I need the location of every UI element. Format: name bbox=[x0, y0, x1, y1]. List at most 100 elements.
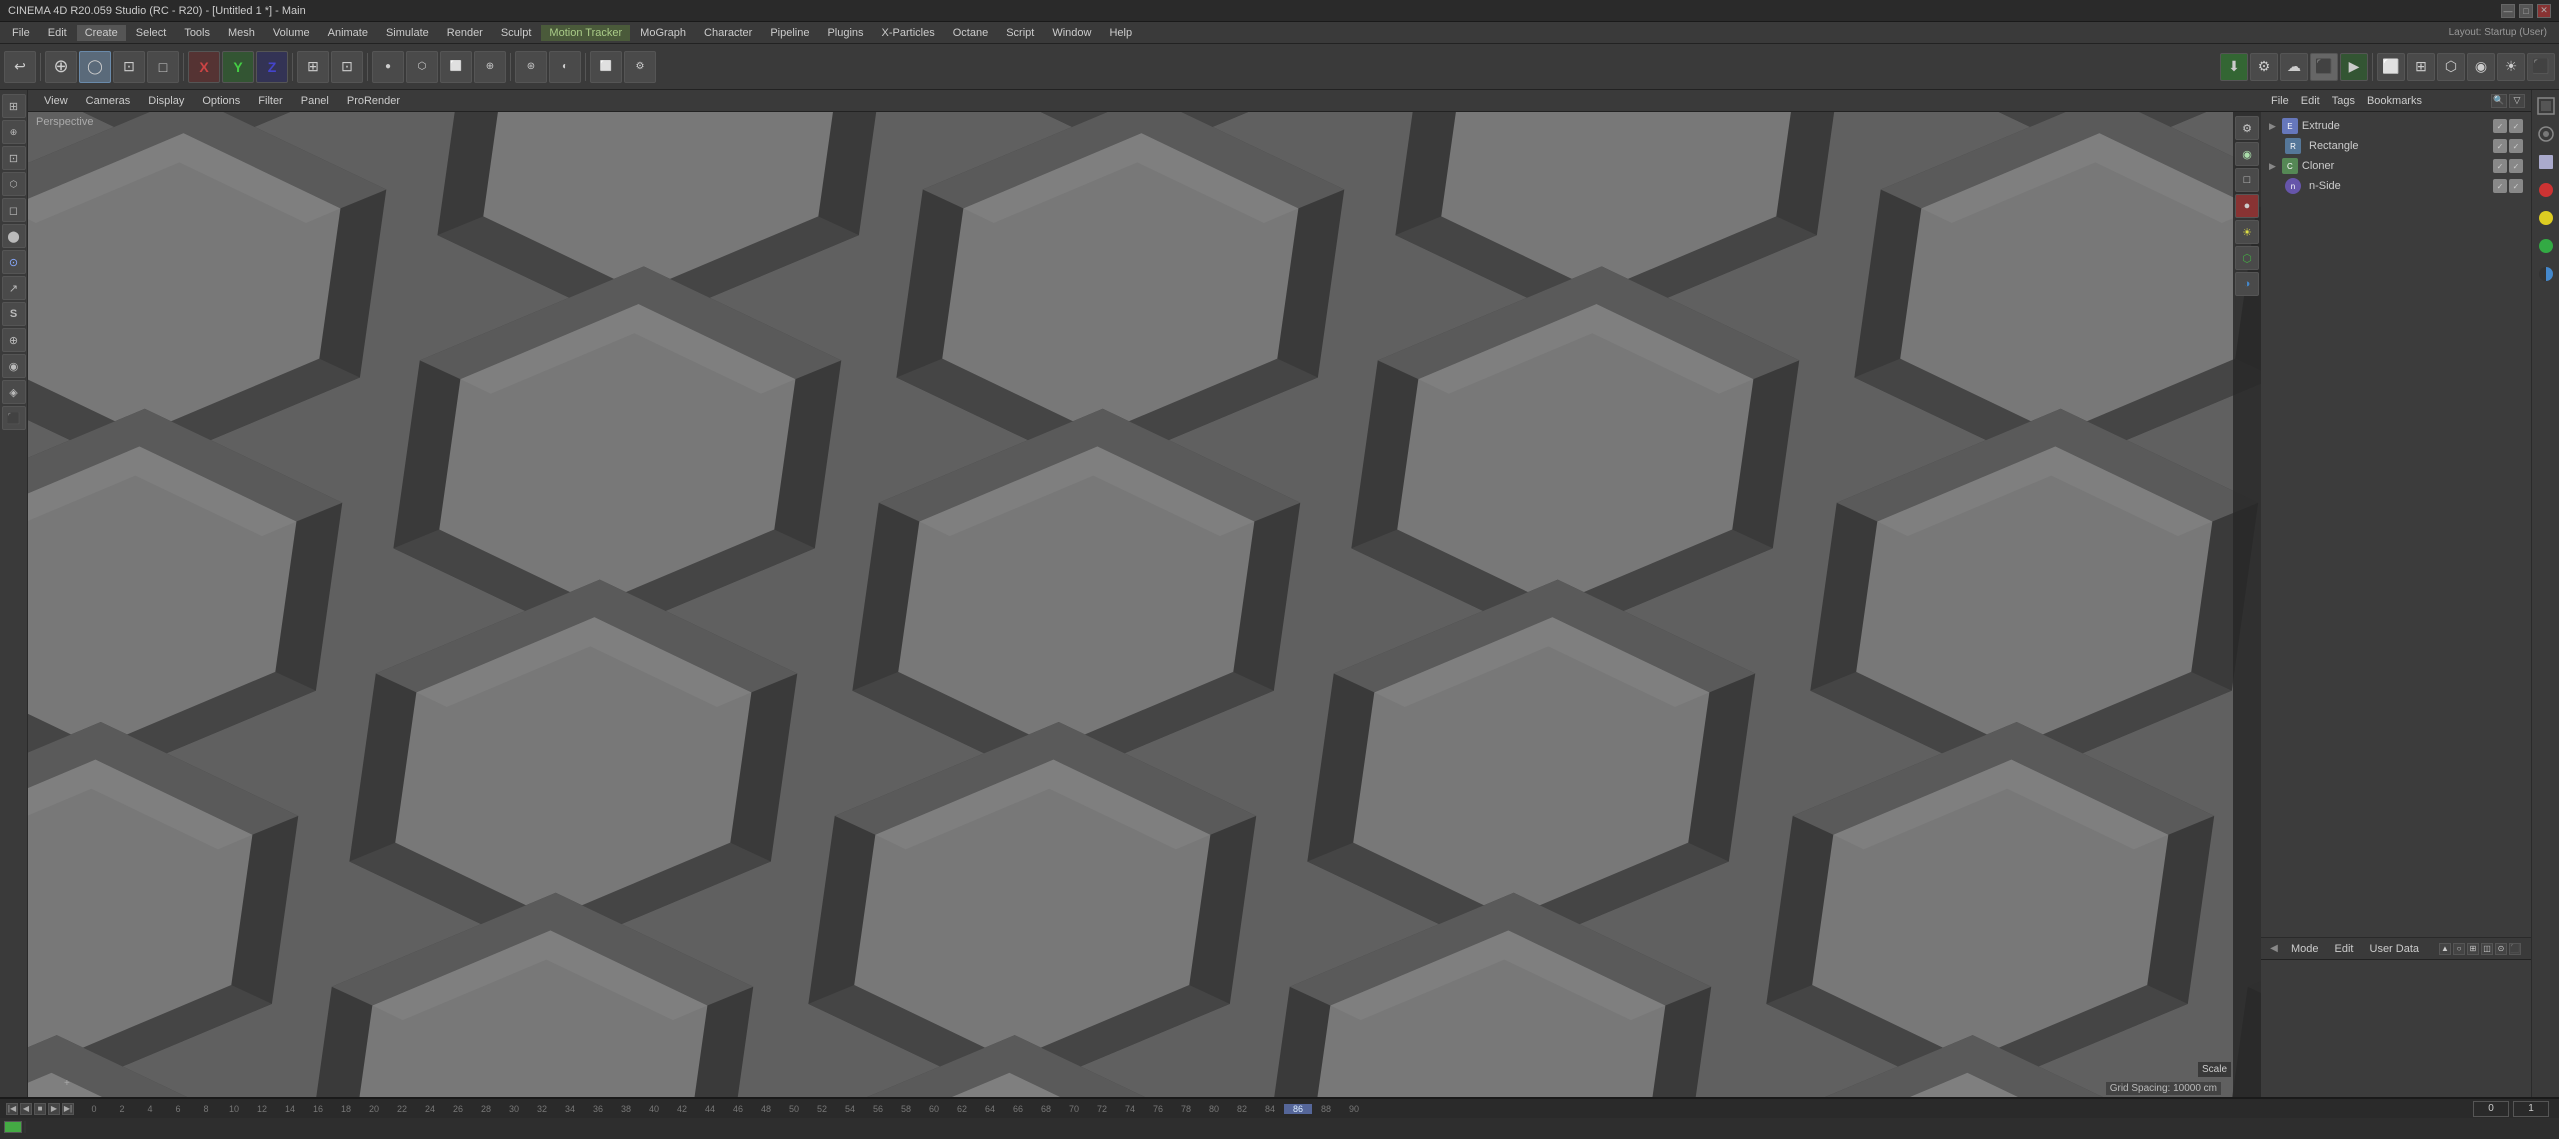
menu-simulate[interactable]: Simulate bbox=[378, 25, 437, 41]
menu-tools[interactable]: Tools bbox=[176, 25, 218, 41]
menu-octane[interactable]: Octane bbox=[945, 25, 996, 41]
right-icon-green[interactable] bbox=[2534, 234, 2558, 258]
tool-texture[interactable]: ◈ bbox=[2, 380, 26, 404]
right-icon-material[interactable] bbox=[2534, 150, 2558, 174]
attr-icon6[interactable]: ⬛ bbox=[2509, 943, 2521, 955]
close-button[interactable]: ✕ bbox=[2537, 4, 2551, 18]
obj-vis-btn2-cloner[interactable]: ✓ bbox=[2509, 159, 2523, 173]
vp-btn-hud[interactable]: ◑ bbox=[2235, 272, 2259, 296]
viewport-menu-options[interactable]: Options bbox=[194, 93, 248, 109]
toolbar-object-properties[interactable]: ⬛ bbox=[2527, 53, 2555, 81]
tool-s[interactable]: S bbox=[2, 302, 26, 326]
menu-character[interactable]: Character bbox=[696, 25, 760, 41]
menu-volume[interactable]: Volume bbox=[265, 25, 318, 41]
tool-circle[interactable]: ◉ bbox=[2, 354, 26, 378]
obj-vis-btn1-rect[interactable]: ✓ bbox=[2493, 139, 2507, 153]
toolbar-perspective[interactable]: ⬡ bbox=[2437, 53, 2465, 81]
viewport-menu-prorender[interactable]: ProRender bbox=[339, 93, 408, 109]
timeline-play-back[interactable]: ◀ bbox=[20, 1103, 32, 1115]
maximize-button[interactable]: □ bbox=[2519, 4, 2533, 18]
viewport-menu-panel[interactable]: Panel bbox=[293, 93, 337, 109]
toolbar-grid[interactable]: ⊞ bbox=[2407, 53, 2435, 81]
attr-icon2[interactable]: ○ bbox=[2453, 943, 2465, 955]
attr-mode-btn[interactable]: Mode bbox=[2285, 941, 2325, 957]
obj-vis-btn2-nside[interactable]: ✓ bbox=[2509, 179, 2523, 193]
tool-snap[interactable]: ⬛ bbox=[2, 406, 26, 430]
viewport-menu-display[interactable]: Display bbox=[140, 93, 192, 109]
tool-spline[interactable]: ⬤ bbox=[2, 224, 26, 248]
obj-vis-btn1-cloner[interactable]: ✓ bbox=[2493, 159, 2507, 173]
menu-window[interactable]: Window bbox=[1044, 25, 1099, 41]
menu-animate[interactable]: Animate bbox=[320, 25, 376, 41]
menu-xparticles[interactable]: X-Particles bbox=[874, 25, 943, 41]
menu-plugins[interactable]: Plugins bbox=[819, 25, 871, 41]
toolbar-local-axis[interactable]: ⊡ bbox=[331, 51, 363, 83]
3d-viewport[interactable]: Perspective bbox=[28, 112, 2261, 1097]
obj-item-cloner[interactable]: ▶ C Cloner ✓ ✓ bbox=[2261, 156, 2531, 176]
menu-render[interactable]: Render bbox=[439, 25, 491, 41]
attr-icon4[interactable]: ◫ bbox=[2481, 943, 2493, 955]
minimize-button[interactable]: — bbox=[2501, 4, 2515, 18]
tool-add[interactable]: ⊕ bbox=[2, 328, 26, 352]
tool-rotate[interactable]: ⊡ bbox=[2, 146, 26, 170]
toolbar-uv[interactable]: ⊕ bbox=[474, 51, 506, 83]
right-icon-render[interactable] bbox=[2534, 122, 2558, 146]
attr-edit-btn[interactable]: Edit bbox=[2329, 941, 2360, 957]
frame-end-input[interactable] bbox=[2513, 1101, 2549, 1117]
toolbar-render-active[interactable]: ⬇ bbox=[2220, 53, 2248, 81]
toolbar-anim-render[interactable]: ▶ bbox=[2340, 53, 2368, 81]
obj-vis-btn1-extrude[interactable]: ✓ bbox=[2493, 119, 2507, 133]
menu-mograph[interactable]: MoGraph bbox=[632, 25, 694, 41]
timeline-prev-key[interactable]: |◀ bbox=[6, 1103, 18, 1115]
toolbar-x-axis[interactable]: X bbox=[188, 51, 220, 83]
attr-nav-back[interactable]: ◀ bbox=[2267, 942, 2281, 956]
obj-vis-btn2-extrude[interactable]: ✓ bbox=[2509, 119, 2523, 133]
viewport-menu-view[interactable]: View bbox=[36, 93, 76, 109]
toolbar-soft-select[interactable]: ◐ bbox=[549, 51, 581, 83]
obj-vis-btn2-rect[interactable]: ✓ bbox=[2509, 139, 2523, 153]
tool-scale[interactable]: ⊕ bbox=[2, 120, 26, 144]
toolbar-z-axis[interactable]: Z bbox=[256, 51, 288, 83]
menu-help[interactable]: Help bbox=[1101, 25, 1140, 41]
attr-userdata-btn[interactable]: User Data bbox=[2364, 941, 2426, 957]
toolbar-team-render[interactable]: ☁ bbox=[2280, 53, 2308, 81]
vp-btn-display[interactable]: □ bbox=[2235, 168, 2259, 192]
tool-sculpt[interactable]: ↗ bbox=[2, 276, 26, 300]
toolbar-new-object[interactable]: ⊕ bbox=[45, 51, 77, 83]
right-icon-viewport[interactable] bbox=[2534, 94, 2558, 118]
vp-btn-render[interactable]: ⬡ bbox=[2235, 246, 2259, 270]
toolbar-render-settings[interactable]: ⚙ bbox=[2250, 53, 2278, 81]
menu-create[interactable]: Create bbox=[77, 25, 126, 41]
obj-header-bookmarks[interactable]: Bookmarks bbox=[2363, 95, 2426, 107]
viewport-menu-cameras[interactable]: Cameras bbox=[78, 93, 139, 109]
right-icon-yellow[interactable] bbox=[2534, 206, 2558, 230]
toolbar-texture[interactable]: ⬜ bbox=[590, 51, 622, 83]
attr-icon1[interactable]: ▲ bbox=[2439, 943, 2451, 955]
toolbar-scene-render[interactable]: ⬛ bbox=[2310, 53, 2338, 81]
obj-search-btn[interactable]: 🔍 bbox=[2491, 94, 2507, 108]
toolbar-light[interactable]: ☀ bbox=[2497, 53, 2525, 81]
vp-btn-filter[interactable]: ● bbox=[2235, 194, 2259, 218]
vp-btn-settings[interactable]: ⚙ bbox=[2235, 116, 2259, 140]
toolbar-undo[interactable]: ↩ bbox=[4, 51, 36, 83]
right-icon-red[interactable] bbox=[2534, 178, 2558, 202]
toolbar-y-axis[interactable]: Y bbox=[222, 51, 254, 83]
obj-item-extrude[interactable]: ▶ E Extrude ✓ ✓ bbox=[2261, 116, 2531, 136]
menu-select[interactable]: Select bbox=[128, 25, 175, 41]
toolbar-snap[interactable]: ⊛ bbox=[515, 51, 547, 83]
right-icon-half[interactable] bbox=[2534, 262, 2558, 286]
attr-icon5[interactable]: ⊙ bbox=[2495, 943, 2507, 955]
toolbar-scale[interactable]: □ bbox=[147, 51, 179, 83]
toolbar-floor[interactable]: ⚙ bbox=[624, 51, 656, 83]
menu-edit[interactable]: Edit bbox=[40, 25, 75, 41]
timeline-next-key[interactable]: ▶| bbox=[62, 1103, 74, 1115]
menu-pipeline[interactable]: Pipeline bbox=[762, 25, 817, 41]
menu-file[interactable]: File bbox=[4, 25, 38, 41]
viewport-menu-filter[interactable]: Filter bbox=[250, 93, 290, 109]
tool-edge[interactable]: ◻ bbox=[2, 198, 26, 222]
menu-mesh[interactable]: Mesh bbox=[220, 25, 263, 41]
tool-paint[interactable]: ⊙ bbox=[2, 250, 26, 274]
swatch-green[interactable] bbox=[4, 1121, 22, 1133]
vp-btn-camera[interactable]: ◉ bbox=[2235, 142, 2259, 166]
obj-header-edit[interactable]: Edit bbox=[2297, 95, 2324, 107]
